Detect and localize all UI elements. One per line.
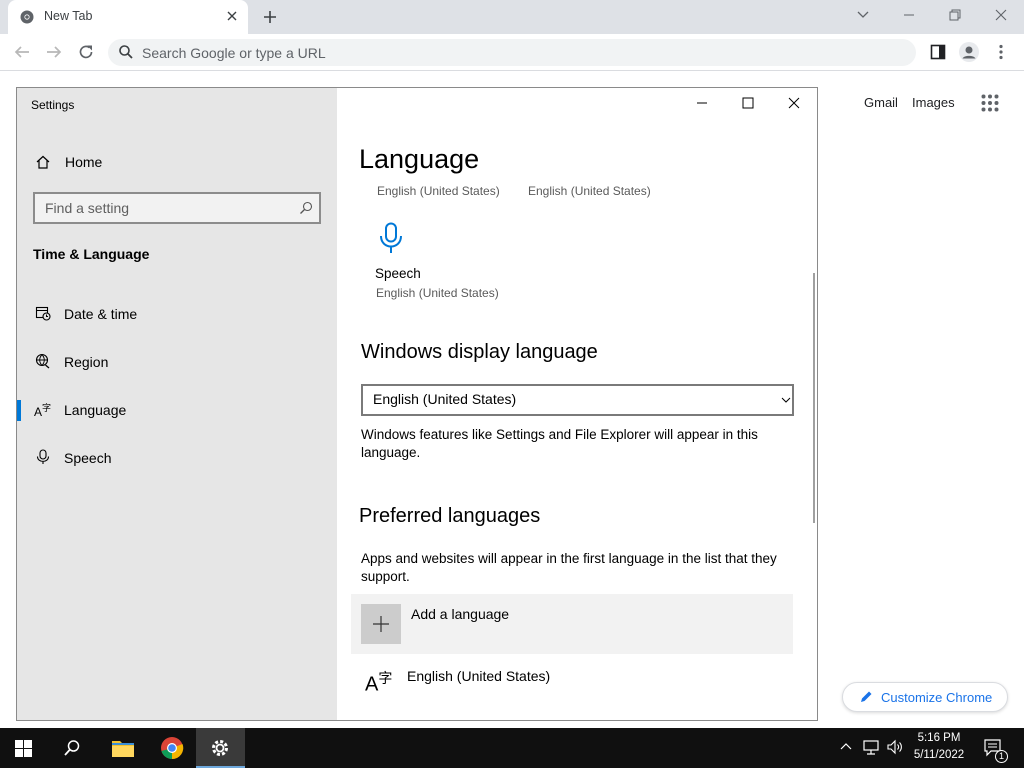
window-close-icon[interactable] — [787, 96, 801, 110]
nav-item-region[interactable]: Region — [17, 348, 337, 376]
speech-tile[interactable]: Speech English (United States) — [375, 218, 515, 302]
speech-tile-sub: English (United States) — [376, 286, 499, 300]
chrome-icon — [20, 10, 34, 24]
section-heading-display-language: Windows display language — [361, 341, 598, 363]
language-tile-sub: English (United States) — [528, 184, 651, 198]
back-arrow-icon[interactable] — [13, 44, 31, 60]
reload-icon[interactable] — [77, 43, 95, 61]
scrollbar[interactable] — [813, 273, 815, 523]
settings-window: Settings Home Find a setting Time & Lang… — [16, 87, 818, 721]
settings-taskbar-button[interactable] — [196, 728, 245, 768]
network-icon[interactable] — [862, 740, 880, 756]
settings-content-pane: Language English (United States) English… — [337, 88, 817, 720]
side-panel-icon[interactable] — [930, 44, 946, 60]
home-icon — [35, 154, 51, 170]
restore-icon[interactable] — [948, 8, 962, 22]
find-setting-placeholder: Find a setting — [45, 200, 130, 216]
search-icon — [299, 201, 313, 215]
chrome-taskbar-icon[interactable] — [160, 736, 184, 760]
nav-item-date-time[interactable]: Date & time — [17, 300, 337, 328]
plus-icon — [361, 604, 401, 644]
calendar-clock-icon — [35, 305, 51, 321]
nav-section-heading: Time & Language — [33, 246, 150, 262]
customize-chrome-label: Customize Chrome — [881, 690, 993, 705]
minimize-icon[interactable] — [902, 8, 916, 22]
globe-icon — [35, 353, 51, 369]
omnibox-placeholder[interactable]: Search Google or type a URL — [142, 45, 326, 61]
display-language-description: Windows features like Settings and File … — [361, 427, 758, 460]
forward-arrow-icon[interactable] — [45, 44, 63, 60]
tray-time[interactable]: 5:16 PM — [908, 732, 970, 744]
chrome-menu-icon[interactable] — [999, 44, 1003, 60]
page-title: Language — [359, 144, 480, 174]
microphone-icon — [36, 449, 50, 465]
images-link[interactable]: Images — [912, 95, 955, 110]
nav-home-label: Home — [65, 154, 103, 170]
nav-item-language[interactable]: A字 Language — [17, 396, 337, 424]
profile-avatar-icon[interactable] — [959, 42, 979, 62]
volume-icon[interactable] — [886, 739, 904, 755]
language-list-item-label: English (United States) — [407, 668, 551, 684]
gmail-link[interactable]: Gmail — [864, 95, 898, 110]
tab-new-tab[interactable]: New Tab — [8, 0, 248, 34]
display-language-dropdown[interactable]: English (United States) — [361, 384, 794, 416]
window-maximize-icon[interactable] — [741, 96, 755, 110]
nav-item-speech[interactable]: Speech — [17, 444, 337, 472]
nav-item-label: Date & time — [64, 306, 138, 322]
find-setting-input[interactable]: Find a setting — [33, 192, 321, 224]
nav-item-label: Region — [64, 354, 109, 370]
chevron-up-icon[interactable] — [840, 742, 852, 752]
tab-title: New Tab — [44, 9, 93, 23]
window-minimize-icon[interactable] — [695, 96, 709, 110]
speech-tile-label: Speech — [375, 266, 421, 281]
language-list-item[interactable]: A字 English (United States) — [351, 658, 793, 708]
tab-search-chevron-icon[interactable] — [856, 9, 870, 21]
close-tab-icon[interactable] — [226, 10, 238, 22]
nav-item-label: Speech — [64, 450, 112, 466]
add-language-button[interactable]: Add a language — [351, 594, 793, 654]
file-explorer-icon[interactable] — [111, 738, 135, 758]
search-icon — [118, 44, 134, 60]
language-icon: A字 — [365, 670, 393, 696]
microphone-icon — [379, 222, 403, 254]
pencil-icon — [859, 690, 873, 704]
windows-start-icon[interactable] — [15, 740, 32, 757]
nav-item-label: Language — [64, 402, 127, 418]
section-heading-preferred-languages: Preferred languages — [359, 505, 541, 527]
dropdown-selected-value: English (United States) — [373, 391, 517, 407]
nav-home[interactable]: Home — [17, 148, 337, 176]
language-icon: A字 — [34, 403, 52, 419]
search-icon[interactable] — [63, 739, 81, 757]
preferred-languages-description: Apps and websites will appear in the fir… — [361, 551, 777, 584]
settings-nav-pane: Settings Home Find a setting Time & Lang… — [17, 88, 337, 720]
customize-chrome-button[interactable]: Customize Chrome — [842, 682, 1008, 712]
google-apps-icon[interactable] — [981, 94, 999, 112]
close-window-icon[interactable] — [994, 8, 1008, 22]
taskbar: 5:16 PM 5/11/2022 1 — [0, 728, 1024, 768]
new-tab-icon[interactable] — [262, 9, 278, 25]
tray-date[interactable]: 5/11/2022 — [908, 749, 970, 761]
add-language-label: Add a language — [411, 606, 510, 622]
notification-count-badge: 1 — [995, 750, 1008, 763]
language-tile-sub: English (United States) — [377, 184, 500, 198]
gear-icon — [210, 738, 230, 758]
settings-window-title: Settings — [31, 98, 75, 112]
chevron-down-icon — [781, 395, 791, 405]
